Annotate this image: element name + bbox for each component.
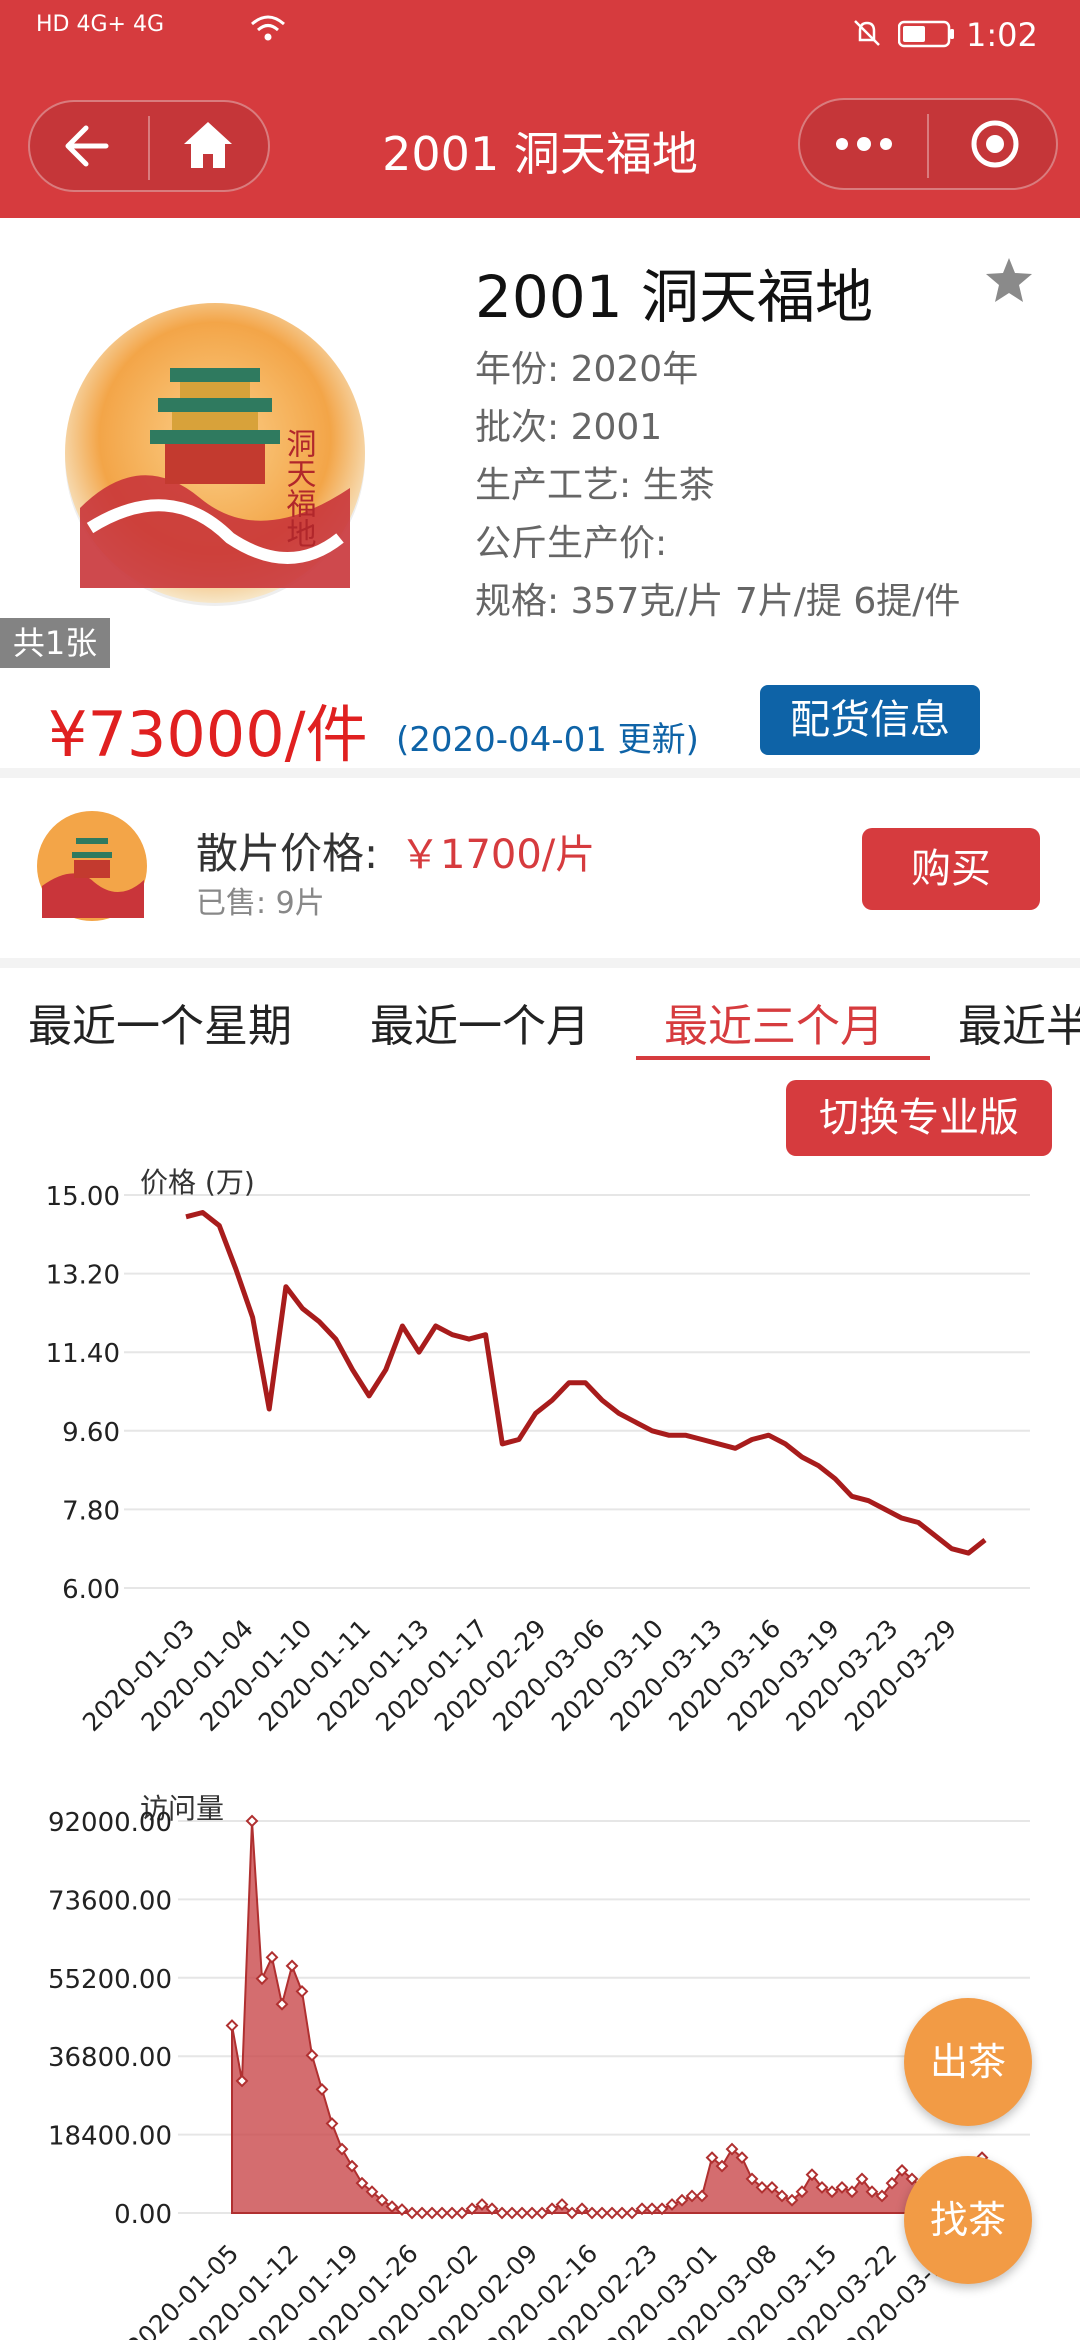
y-tick-label: 11.40: [46, 1339, 120, 1369]
find-tea-fab[interactable]: 找茶: [904, 2156, 1032, 2284]
y-tick-label: 73600.00: [48, 1886, 172, 1916]
favorite-button[interactable]: [984, 256, 1034, 308]
target-icon: [971, 120, 1019, 168]
info-batch: 批次: 2001: [475, 407, 663, 448]
y-tick-label: 18400.00: [48, 2122, 172, 2152]
y-tick-label: 9.60: [62, 1418, 120, 1448]
data-point: [525, 2206, 539, 2220]
data-point: [595, 2206, 609, 2220]
data-point: [615, 2206, 629, 2220]
data-point: [535, 2206, 549, 2220]
image-count-badge: 共1张: [0, 618, 110, 668]
tab-last-half-year[interactable]: 最近半: [958, 990, 1080, 1054]
y-tick-label: 7.80: [62, 1496, 120, 1526]
loose-sold-count: 已售: 9片: [196, 886, 325, 921]
data-point: [415, 2206, 429, 2220]
sell-tea-fab[interactable]: 出茶: [904, 1998, 1032, 2126]
buy-button[interactable]: 购买: [862, 828, 1040, 910]
y-tick-label: 36800.00: [48, 2043, 172, 2073]
y-tick-label: 0.00: [114, 2200, 172, 2230]
status-time: 1:02: [966, 16, 1038, 54]
data-point: [265, 1950, 279, 1964]
data-point: [455, 2206, 469, 2220]
more-button[interactable]: [800, 100, 927, 188]
section-divider: [0, 768, 1080, 778]
data-point: [625, 2206, 639, 2220]
tab-last-week[interactable]: 最近一个星期: [28, 990, 292, 1054]
switch-pro-button[interactable]: 切换专业版: [786, 1080, 1052, 1156]
price-updated: (2020-04-01 更新): [396, 720, 699, 760]
tab-last-three-months[interactable]: 最近三个月: [664, 990, 884, 1054]
more-dots-icon: [836, 137, 892, 151]
network-status: HD 4G+ 4G: [36, 12, 164, 37]
info-spec: 规格: 357克/片 7片/提 6提/件: [475, 581, 961, 622]
price-chart: 价格 (万) 15.0013.2011.409.607.806.00 2020-…: [46, 1166, 1030, 1737]
ship-info-button[interactable]: 配货信息: [760, 685, 980, 755]
y-tick-label: 6.00: [62, 1575, 120, 1605]
product-price: ¥73000/件: [48, 698, 368, 771]
y-tick-label: 92000.00: [48, 1808, 172, 1838]
info-year: 年份: 2020年: [475, 349, 699, 390]
product-name: 2001 洞天福地: [475, 263, 874, 331]
loose-price-value: ￥1700/片: [400, 832, 596, 878]
loose-price-label: 散片价格:: [196, 829, 379, 878]
star-icon: [986, 258, 1032, 302]
data-point: [405, 2206, 419, 2220]
y-tick-label: 13.20: [46, 1261, 120, 1291]
mute-icon: [852, 18, 882, 52]
close-mini-program-button[interactable]: [929, 100, 1056, 188]
tab-last-month[interactable]: 最近一个月: [370, 990, 590, 1054]
info-kg-price: 公斤生产价:: [475, 523, 668, 564]
data-point: [505, 2206, 519, 2220]
data-point: [435, 2206, 449, 2220]
data-point: [515, 2206, 529, 2220]
data-point: [425, 2206, 439, 2220]
battery-icon: [897, 20, 956, 52]
data-point: [285, 1959, 299, 1973]
price-series-line: [185, 1210, 987, 1556]
data-point: [605, 2206, 619, 2220]
tea-cake-illustration: 洞天福地: [65, 303, 365, 606]
wifi-icon: [250, 14, 286, 48]
loose-thumbnail: [34, 808, 150, 924]
price-chart-ylabel: 价格 (万): [140, 1166, 255, 1199]
app-header: HD 4G+ 4G 1:02 2001 洞天福地: [0, 0, 1080, 218]
visits-series-area: [231, 1820, 983, 2215]
y-tick-label: 15.00: [46, 1182, 120, 1212]
active-tab-underline: [636, 1056, 930, 1060]
data-point: [585, 2206, 599, 2220]
data-point: [225, 2019, 239, 2032]
info-process: 生产工艺: 生茶: [475, 465, 715, 506]
product-image[interactable]: 洞天福地: [60, 298, 370, 608]
data-point: [445, 2206, 459, 2220]
mini-program-capsule: [798, 98, 1058, 190]
svg-text:洞天福地: 洞天福地: [281, 428, 317, 548]
data-point: [495, 2206, 509, 2220]
section-divider-2: [0, 958, 1080, 968]
y-tick-label: 55200.00: [48, 1965, 172, 1995]
data-point: [245, 1814, 259, 1828]
